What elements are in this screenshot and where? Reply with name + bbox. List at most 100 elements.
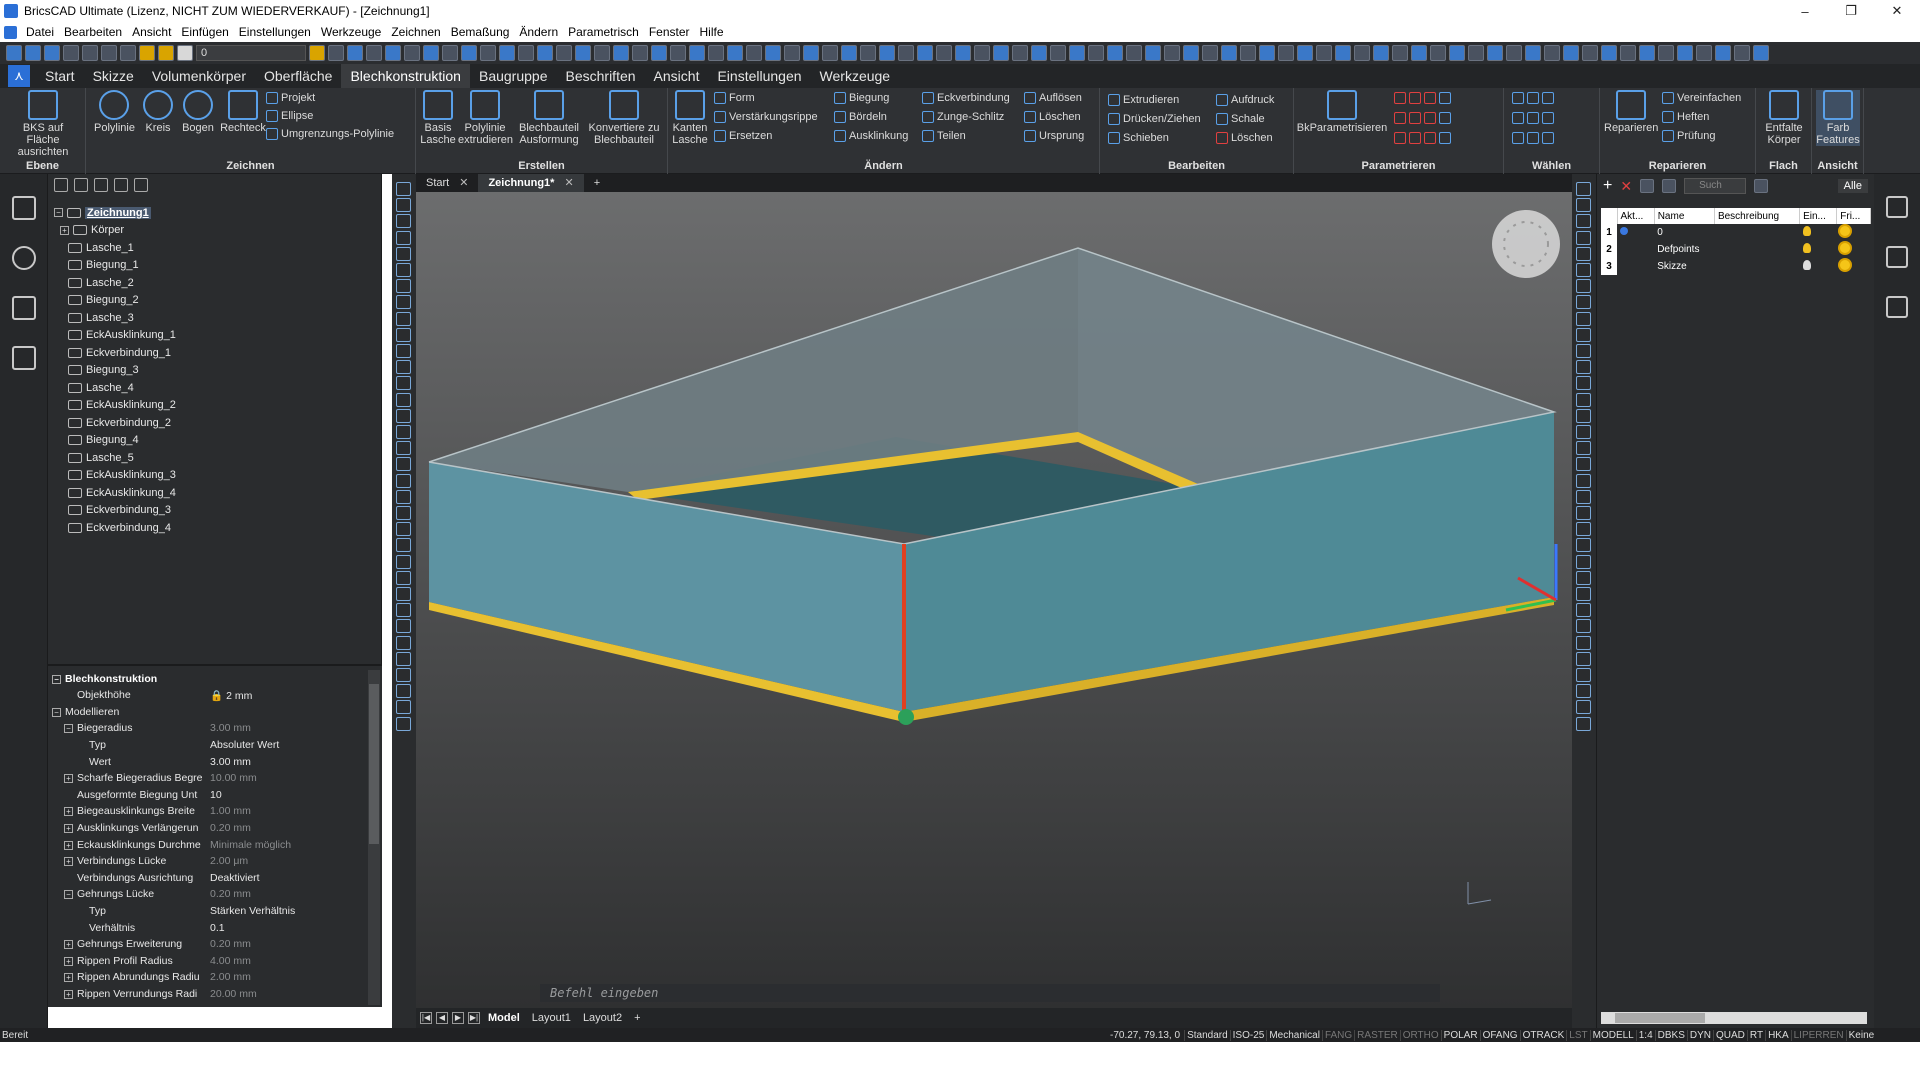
layer-search-input[interactable]: Such <box>1684 178 1747 194</box>
layer-name[interactable]: Skizze <box>1654 258 1714 275</box>
tool-icon[interactable] <box>396 700 411 715</box>
tool-icon[interactable] <box>1487 45 1503 61</box>
tool-icon[interactable] <box>396 506 411 520</box>
tool-icon[interactable] <box>347 45 363 61</box>
tool-icon[interactable] <box>1696 45 1712 61</box>
tool-icon[interactable] <box>1576 603 1591 618</box>
tool-icon[interactable] <box>396 425 411 439</box>
tool-icon[interactable] <box>396 214 411 229</box>
rechteck-button[interactable]: Rechteck <box>220 90 266 134</box>
tool-icon[interactable] <box>1164 45 1180 61</box>
tool-icon[interactable] <box>841 45 857 61</box>
menu-einstellungen[interactable]: Einstellungen <box>234 25 316 39</box>
tree-item[interactable]: EckAusklinkung_3 <box>54 467 176 485</box>
tool-icon[interactable] <box>1576 182 1591 196</box>
tool-icon[interactable] <box>537 45 553 61</box>
tool-icon[interactable] <box>936 45 952 61</box>
property-value[interactable]: 10 <box>210 789 222 801</box>
tool-icon[interactable] <box>1576 587 1591 601</box>
tool-icon[interactable] <box>396 457 411 472</box>
property-value[interactable]: 2.00 μm <box>210 855 248 867</box>
tree-item[interactable]: EckAusklinkung_4 <box>54 484 176 502</box>
property-value[interactable]: 0.20 mm <box>210 888 251 900</box>
minimize-button[interactable]: – <box>1782 0 1828 22</box>
scroll-thumb[interactable] <box>369 684 379 844</box>
ribbon-tab-start[interactable]: Start <box>36 64 84 88</box>
tool-icon[interactable] <box>396 327 411 342</box>
tool-icon[interactable] <box>1202 45 1218 61</box>
schieben-button[interactable]: Schieben <box>1108 132 1169 144</box>
bogen-button[interactable]: Bogen <box>180 90 216 134</box>
tool-icon[interactable] <box>727 45 743 61</box>
tool-icon[interactable] <box>1576 344 1591 358</box>
tool-icon[interactable] <box>1576 716 1591 731</box>
tool-icon[interactable] <box>1576 295 1591 310</box>
tool-icon[interactable] <box>396 651 411 666</box>
bkparametrisieren-button[interactable]: BkParametrisieren <box>1294 90 1390 134</box>
bim-icon[interactable] <box>12 246 36 270</box>
form-button[interactable]: Form <box>714 92 755 104</box>
tool-icon[interactable] <box>1576 214 1591 229</box>
druecken-ziehen-button[interactable]: Drücken/Ziehen <box>1108 113 1201 125</box>
tool-icon[interactable] <box>396 360 411 375</box>
tree-item[interactable]: Biegung_2 <box>54 292 176 310</box>
tree-item[interactable]: EckAusklinkung_1 <box>54 327 176 345</box>
tool-icon[interactable] <box>1576 684 1591 699</box>
property-row[interactable]: + Verbindungs Lücke 2.00 μm <box>48 853 366 870</box>
property-value[interactable]: 0.20 mm <box>210 938 251 950</box>
tool-icon[interactable] <box>1316 45 1332 61</box>
umgrenzung-button[interactable]: Umgrenzungs-Polylinie <box>266 128 394 140</box>
status-toggle[interactable]: DYN <box>1686 1029 1713 1041</box>
tool-icon[interactable] <box>396 587 411 601</box>
tool-icon[interactable] <box>594 45 610 61</box>
tree-item[interactable]: Eckverbindung_3 <box>54 502 176 520</box>
tool-icon[interactable] <box>1576 198 1591 213</box>
delete-layer-icon[interactable]: ✕ <box>1620 178 1632 195</box>
expand-icon[interactable]: + <box>64 823 73 833</box>
tool-icon[interactable] <box>1576 311 1591 326</box>
property-value[interactable]: 🔒 2 mm <box>210 689 252 702</box>
collapse-icon[interactable]: − <box>52 707 61 717</box>
tool-icon[interactable] <box>1582 45 1598 61</box>
property-row[interactable]: + Ausklinkungs Verlängerun 0.20 mm <box>48 819 366 836</box>
tool-icon[interactable] <box>1576 246 1591 261</box>
tool-icon[interactable] <box>396 392 411 407</box>
menu-datei[interactable]: Datei <box>21 25 59 39</box>
layer-description[interactable] <box>1714 258 1799 275</box>
layer-color-icon[interactable] <box>177 45 193 61</box>
tool-icon[interactable] <box>385 45 401 61</box>
menu-bemassung[interactable]: Bemaßung <box>446 25 515 39</box>
first-layout-icon[interactable]: |◀ <box>420 1012 432 1024</box>
tool-icon[interactable] <box>1576 619 1591 634</box>
basis-lasche-button[interactable]: Basis Lasche <box>420 90 456 146</box>
filter-icon[interactable] <box>1754 179 1769 193</box>
tool-icon[interactable] <box>1563 45 1579 61</box>
collapse-icon[interactable]: − <box>52 674 61 684</box>
param-tools-icons[interactable] <box>1394 132 1451 144</box>
expand-icon[interactable]: + <box>64 774 73 784</box>
status-toggle[interactable]: 1:4 <box>1635 1029 1655 1041</box>
property-row[interactable]: Wert 3.00 mm <box>48 753 366 770</box>
layer-on-cell[interactable] <box>1800 241 1837 258</box>
projekt-button[interactable]: Projekt <box>266 92 315 104</box>
tool-icon[interactable] <box>396 473 411 488</box>
expand-icon[interactable]: + <box>64 807 73 817</box>
print-icon[interactable] <box>82 45 98 61</box>
tool-icon[interactable] <box>396 279 411 294</box>
tool-icon[interactable] <box>708 45 724 61</box>
tool-icon[interactable] <box>396 668 411 682</box>
save-as-icon[interactable] <box>63 45 79 61</box>
tool-icon[interactable] <box>499 45 515 61</box>
grid-panel-icon[interactable] <box>1886 296 1908 318</box>
tool-icon[interactable] <box>1576 425 1591 439</box>
tool-icon[interactable] <box>461 45 477 61</box>
blechbauteil-ausformung-button[interactable]: Blechbauteil Ausformung <box>516 90 582 146</box>
doc-tab-zeichnung1[interactable]: Zeichnung1* ✕ <box>478 174 584 192</box>
tool-icon[interactable] <box>1658 45 1674 61</box>
tool-icon[interactable] <box>396 538 411 553</box>
open-icon[interactable] <box>25 45 41 61</box>
konvertiere-button[interactable]: Konvertiere zu Blechbauteil <box>586 90 662 146</box>
layer-freeze-cell[interactable] <box>1837 258 1871 275</box>
tool-icon[interactable] <box>1576 392 1591 407</box>
tree-item[interactable]: Eckverbindung_1 <box>54 344 176 362</box>
